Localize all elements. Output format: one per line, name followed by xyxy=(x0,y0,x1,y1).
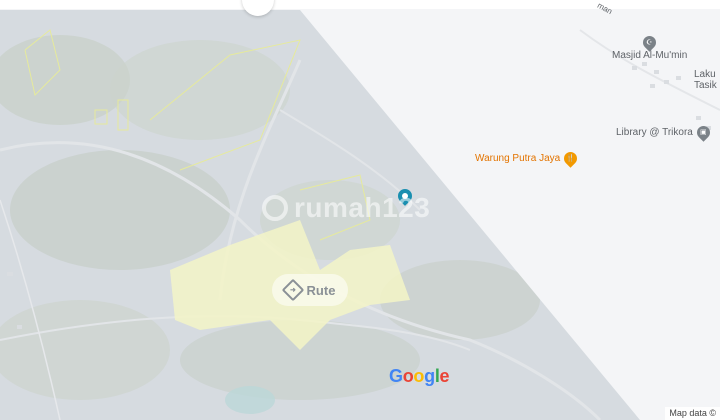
map-view[interactable]: man ☪ Masjid Al-Mu'min Laku Tasik D Libr… xyxy=(0,0,720,420)
google-logo-letter: o xyxy=(402,366,414,386)
poi-masjid[interactable]: ☪ Masjid Al-Mu'min xyxy=(612,33,688,61)
poi-warung[interactable]: Warung Putra Jaya 🍴 xyxy=(475,149,580,168)
route-button[interactable]: ➜ Rute xyxy=(272,274,348,306)
google-logo-letter: o xyxy=(413,366,425,386)
restaurant-icon: 🍴 xyxy=(561,149,580,168)
route-label: Rute xyxy=(306,282,336,298)
directions-icon: ➜ xyxy=(281,278,304,302)
poi-label: Laku Tasik D xyxy=(694,69,720,91)
google-logo-letter: g xyxy=(424,366,435,386)
google-logo[interactable]: Google xyxy=(389,366,450,387)
map-attribution[interactable]: Map data © xyxy=(665,407,720,420)
watermark-logo-icon xyxy=(262,195,288,221)
mosque-icon: ☪ xyxy=(640,33,659,52)
google-logo-letter: G xyxy=(389,366,403,386)
poi-library[interactable]: Library @ Trikora ▣ xyxy=(616,123,713,142)
poi-laku-tasik[interactable]: Laku Tasik D xyxy=(694,69,720,91)
poi-label: Masjid Al-Mu'min xyxy=(612,50,688,61)
poi-label: Library @ Trikora xyxy=(616,127,693,138)
watermark: rumah123 xyxy=(262,192,430,224)
google-logo-letter: e xyxy=(439,366,450,386)
library-icon: ▣ xyxy=(694,123,713,142)
poi-label: Warung Putra Jaya xyxy=(475,153,561,164)
watermark-text: rumah123 xyxy=(294,192,431,223)
